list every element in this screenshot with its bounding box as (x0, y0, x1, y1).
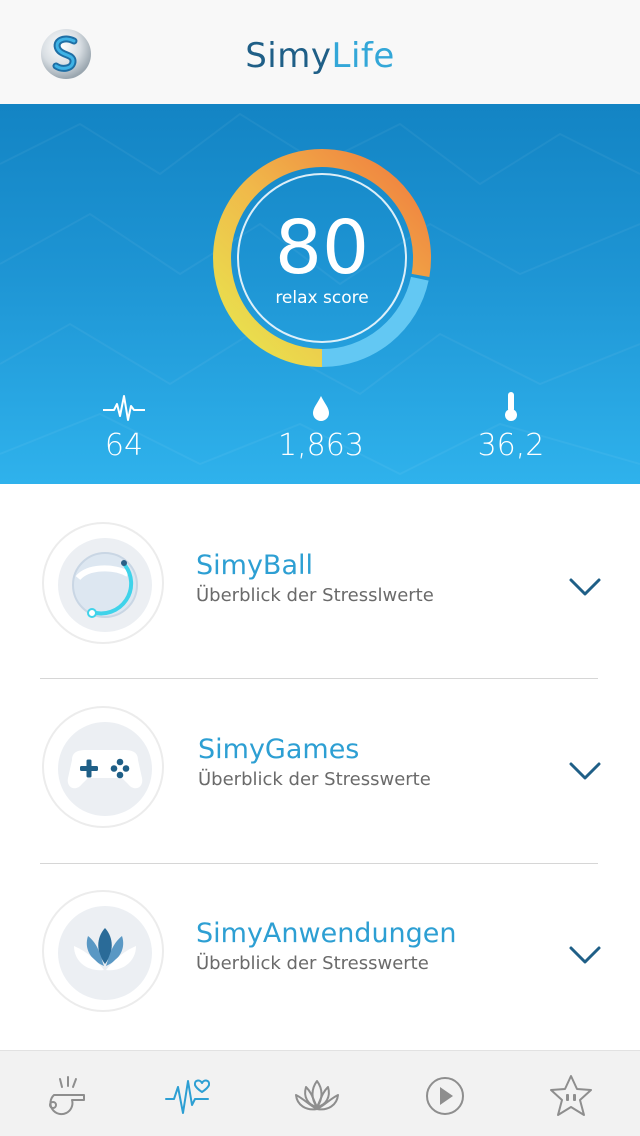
chevron-down-icon[interactable] (568, 944, 602, 966)
card-subtitle: Überblick der Stresslwerte (196, 585, 434, 606)
temperature-metric: 36,2 (451, 392, 571, 463)
card-simyanwendungen[interactable]: SimyAnwendungen Überblick der Stresswert… (40, 890, 601, 1050)
tab-vitals[interactable] (164, 1073, 214, 1119)
skin-conductance-value: 1,863 (278, 428, 364, 463)
card-simygames[interactable]: SimyGames Überblick der Stresswerte (40, 706, 601, 866)
heart-rate-value: 64 (104, 428, 144, 463)
thermometer-icon (505, 392, 517, 421)
chevron-down-icon[interactable] (568, 760, 602, 782)
whistle-icon (49, 1076, 85, 1116)
card-icon-circle (42, 522, 164, 644)
card-subtitle: Überblick der Stresswerte (198, 769, 431, 790)
divider (40, 678, 598, 679)
heartbeat-icon (103, 395, 145, 421)
tab-favorites[interactable] (546, 1073, 596, 1119)
relax-score-value: 80 (274, 205, 370, 291)
card-title: SimyAnwendungen (196, 918, 457, 949)
card-title: SimyGames (198, 734, 360, 765)
heart-rate-metric: 64 (64, 392, 184, 463)
card-subtitle: Überblick der Stresswerte (196, 953, 429, 974)
heart-pulse-icon (165, 1079, 211, 1114)
lotus-icon (74, 928, 136, 971)
temperature-value: 36,2 (477, 428, 545, 463)
divider (40, 863, 598, 864)
app-header: SimyLife (0, 0, 640, 104)
skin-conductance-metric: 1,863 (261, 392, 381, 463)
tab-relax[interactable] (292, 1073, 342, 1119)
relax-score-panel: 80 relax score 64 1,863 36,2 (0, 104, 640, 484)
star-icon (550, 1075, 592, 1116)
app-title-part1: Simy (245, 36, 332, 76)
tab-whistle[interactable] (38, 1073, 88, 1119)
gamepad-icon (67, 750, 143, 789)
card-title: SimyBall (196, 550, 313, 581)
play-icon (426, 1077, 464, 1115)
water-drop-icon (313, 396, 329, 421)
app-title-part2: Life (331, 36, 395, 76)
lotus-icon (295, 1080, 339, 1111)
tab-play[interactable] (420, 1073, 470, 1119)
chevron-down-icon[interactable] (568, 576, 602, 598)
relax-score-label: relax score (275, 288, 369, 308)
app-title: SimyLife (0, 36, 640, 76)
card-icon-circle (42, 706, 164, 828)
bottom-tab-bar (0, 1050, 640, 1136)
ball-icon (72, 552, 138, 618)
card-icon-circle (42, 890, 164, 1012)
card-simyball[interactable]: SimyBall Überblick der Stresslwerte (40, 522, 601, 682)
